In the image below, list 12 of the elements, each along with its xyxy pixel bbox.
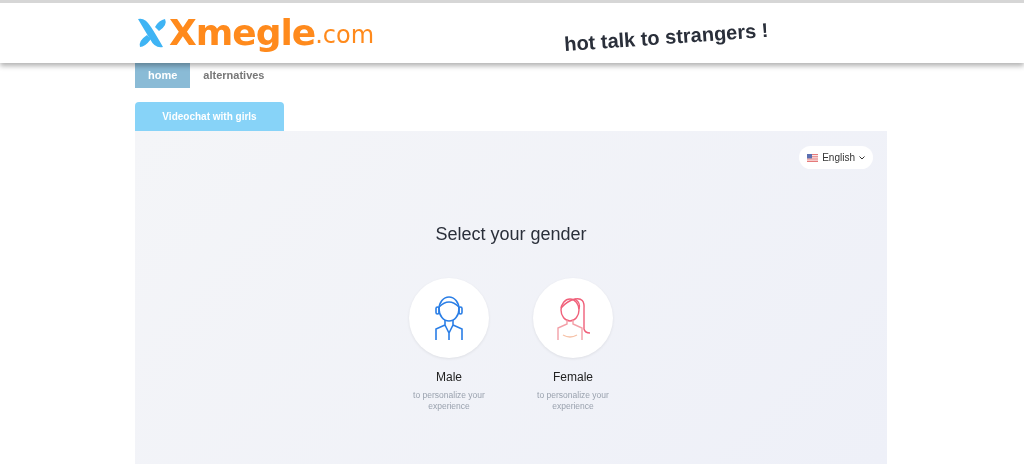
hint-text: to personalize your experience [412,390,486,413]
logo-text[interactable]: Xmegle [169,15,316,51]
hint-text: to personalize your experience [536,390,610,413]
nav-link[interactable]: home [135,63,191,88]
tab[interactable]: Videochat with girls [135,102,284,131]
tagline: hot talk to strangers ! [563,17,770,58]
gender-label: Male [436,369,462,386]
heading: Select your gender [435,223,587,246]
domain-text: .com [315,23,375,47]
language-dropdown[interactable]: English [799,146,873,169]
gender-label: Female [553,369,593,386]
nav-link[interactable]: alternatives [190,63,278,88]
